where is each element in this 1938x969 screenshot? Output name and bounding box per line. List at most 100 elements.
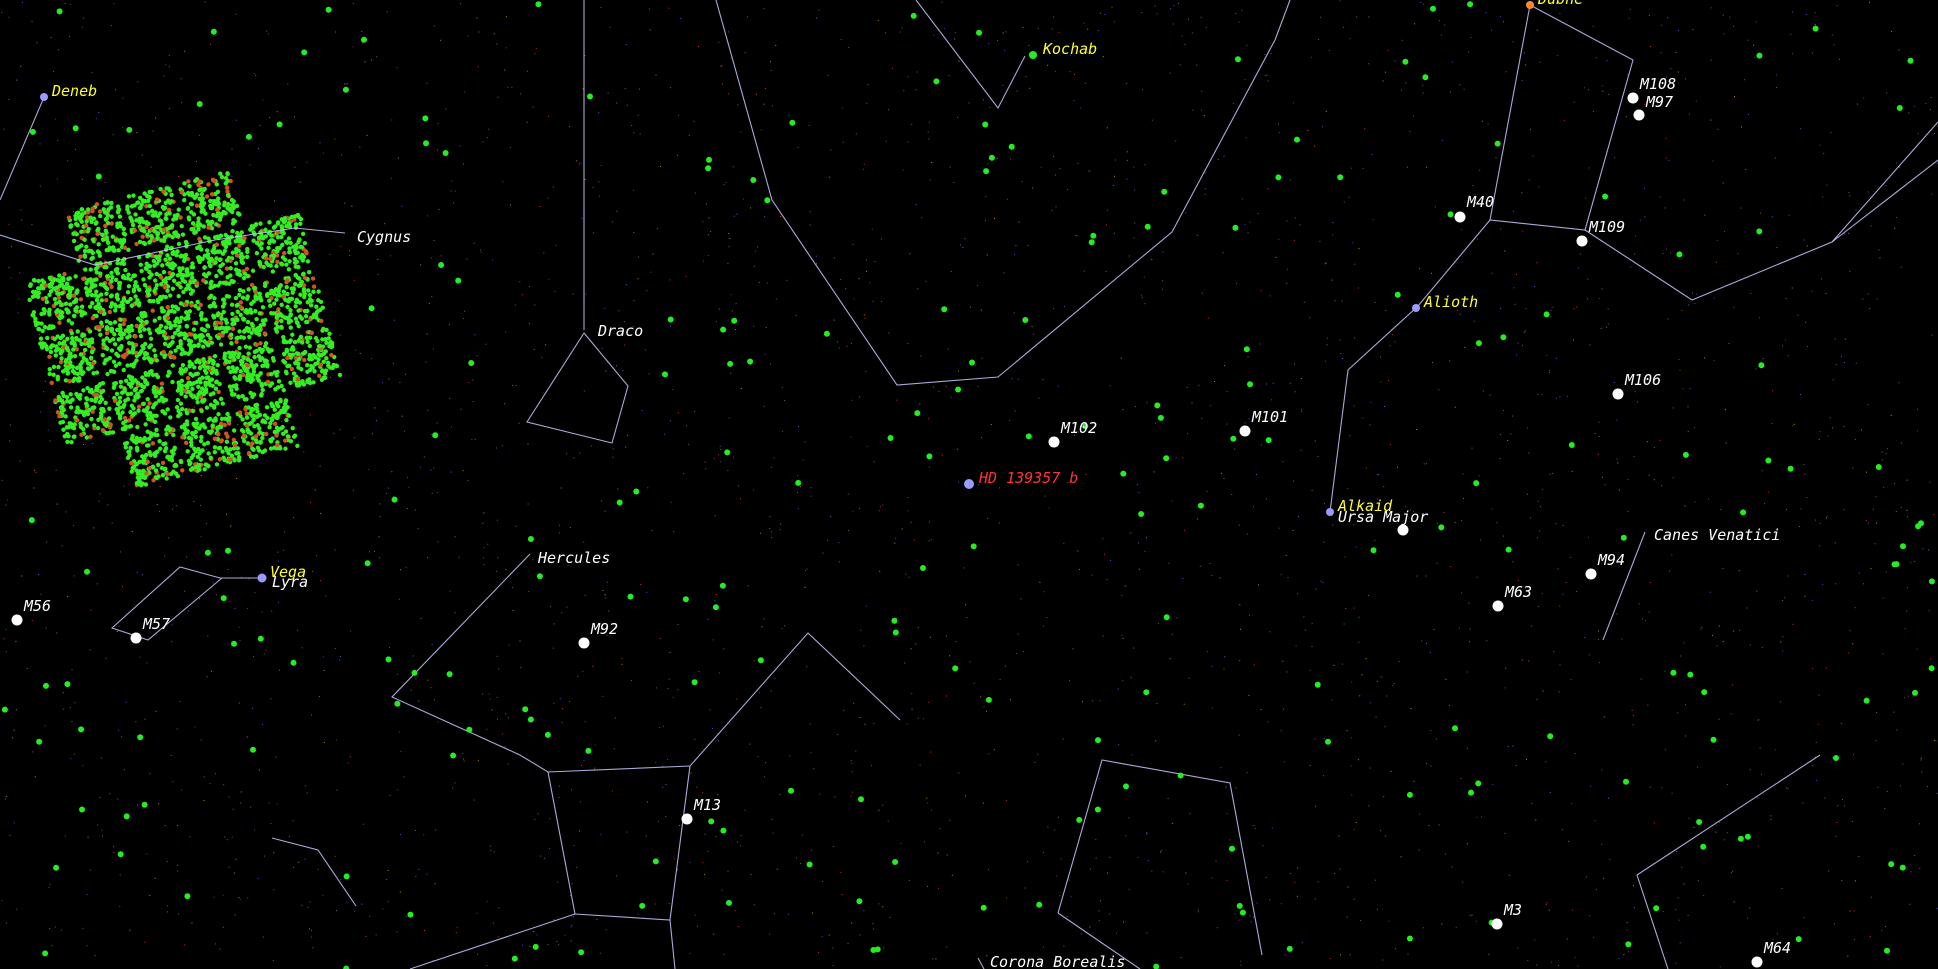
green-star (747, 358, 754, 365)
vega-marker[interactable] (257, 573, 267, 583)
alioth-label: Alioth (1423, 293, 1478, 311)
green-star (1928, 578, 1935, 585)
alkaid-marker[interactable] (1326, 508, 1334, 516)
green-star (891, 617, 898, 624)
green-star (1239, 909, 1246, 916)
dubhe-marker[interactable] (1526, 1, 1534, 9)
green-star (532, 943, 539, 950)
green-star (933, 78, 940, 85)
green-star (892, 629, 899, 636)
m94-marker[interactable] (1585, 568, 1597, 580)
target-marker[interactable] (964, 479, 974, 489)
green-star (1701, 689, 1708, 696)
m106-marker[interactable] (1612, 388, 1624, 400)
m109-marker[interactable] (1576, 235, 1588, 247)
ursa-major-marker[interactable] (1397, 524, 1409, 536)
green-star (706, 156, 712, 163)
green-star (1314, 681, 1321, 688)
m3-marker[interactable] (1491, 918, 1503, 930)
m40-label: M40 (1466, 193, 1494, 211)
green-star (980, 904, 987, 911)
green-star (708, 818, 715, 825)
green-star (141, 801, 148, 808)
green-star (535, 1, 542, 8)
green-star (1896, 105, 1903, 111)
green-star (585, 747, 592, 754)
green-star (544, 731, 551, 738)
green-star (795, 479, 802, 486)
m57-marker[interactable] (130, 632, 142, 644)
green-star (257, 635, 264, 642)
m109-label: M109 (1588, 218, 1625, 236)
green-star (1787, 465, 1794, 472)
green-star (290, 659, 297, 666)
green-star (856, 898, 863, 905)
m108-marker[interactable] (1627, 92, 1639, 104)
green-star (1756, 228, 1763, 235)
lyra-lines (271, 837, 357, 907)
green-star (1475, 780, 1482, 787)
m56-marker[interactable] (11, 614, 23, 626)
green-star (1899, 864, 1906, 871)
m101-marker[interactable] (1239, 425, 1251, 437)
m101-label: M101 (1251, 408, 1288, 426)
m63-marker[interactable] (1492, 600, 1504, 612)
green-star (1547, 733, 1554, 740)
m92-label: M92 (590, 620, 618, 638)
green-star (1912, 689, 1918, 696)
green-star (368, 305, 375, 312)
green-star (1602, 193, 1609, 200)
m106-label: M106 (1624, 371, 1661, 389)
m63-label: M63 (1504, 583, 1532, 601)
green-star (1863, 697, 1870, 704)
green-star (757, 657, 764, 664)
green-star (1197, 502, 1204, 509)
green-star (1094, 806, 1101, 813)
green-star (1625, 941, 1632, 948)
green-star (1123, 783, 1129, 790)
m97-marker[interactable] (1633, 109, 1645, 121)
alkaid-label: Alkaid (1337, 497, 1393, 515)
green-star (1243, 346, 1250, 353)
target-label: HD 139357 b (978, 469, 1078, 487)
m13-marker[interactable] (681, 813, 693, 825)
hercules-lines (669, 919, 676, 969)
green-star (1447, 211, 1454, 218)
bootes-lines (1636, 754, 1821, 969)
green-star (36, 738, 43, 745)
green-star (364, 560, 371, 567)
cygnus-label: Cygnus (357, 228, 411, 246)
green-star (72, 125, 79, 132)
canes-venatici-label: Canes Venatici (1654, 526, 1780, 544)
green-star (1138, 511, 1145, 517)
kochab-marker[interactable] (1029, 51, 1037, 59)
green-star (982, 121, 989, 128)
green-star (1452, 725, 1458, 732)
green-star (1884, 947, 1890, 954)
green-star (231, 640, 237, 647)
alioth-marker[interactable] (1412, 304, 1420, 312)
green-star (1900, 543, 1906, 550)
green-star (1891, 561, 1898, 568)
green-star (64, 681, 71, 688)
sky-map[interactable]: Cygnus Draco Hercules Lyra Ursa Major Ca… (0, 0, 1938, 969)
green-star (210, 28, 217, 35)
green-star (1915, 523, 1922, 530)
m102-marker[interactable] (1048, 436, 1060, 448)
green-star (527, 716, 534, 723)
green-star (926, 453, 933, 460)
deneb-marker[interactable] (40, 93, 48, 101)
green-star (385, 656, 392, 663)
green-star (79, 806, 85, 813)
green-star (789, 119, 796, 126)
m64-marker[interactable] (1751, 956, 1763, 968)
green-star (466, 726, 473, 733)
green-star (1696, 819, 1703, 825)
m92-marker[interactable] (578, 637, 590, 649)
green-star (724, 449, 731, 456)
green-star (1670, 669, 1677, 676)
green-star (1163, 455, 1170, 462)
green-star (1740, 509, 1747, 516)
m40-marker[interactable] (1454, 211, 1466, 223)
green-star (1144, 223, 1151, 230)
